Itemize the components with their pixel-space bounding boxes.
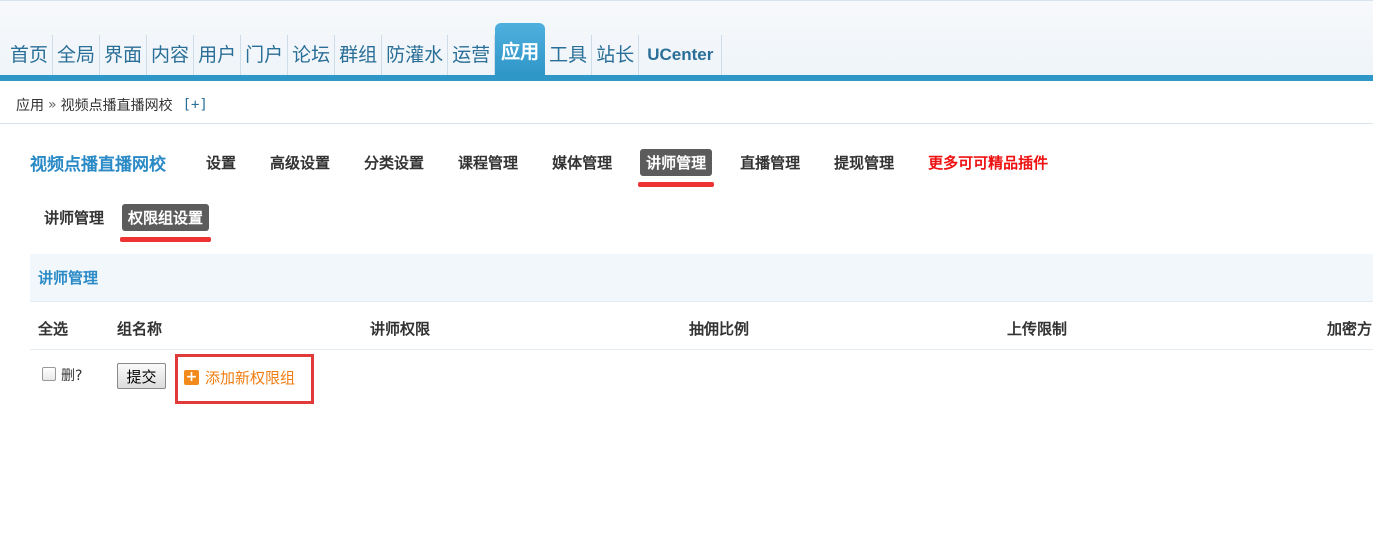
delete-checkbox[interactable] (42, 367, 56, 381)
table-footer-row: 删? 提交 + 添加新权限组 (30, 354, 1373, 404)
breadcrumb-current: 视频点播直播网校 (60, 97, 173, 114)
nav-item-portal[interactable]: 门户 (241, 35, 289, 75)
plugin-tabs: 视频点播直播网校 设置 高级设置 分类设置 课程管理 媒体管理 讲师管理 直播管… (30, 146, 1076, 187)
nav-item-ucenter[interactable]: UCenter (639, 35, 723, 75)
delete-label: 删? (61, 368, 83, 384)
nav-item-operations[interactable]: 运营 (448, 35, 496, 75)
plus-square-icon: + (184, 369, 199, 385)
tab-live-management[interactable]: 直播管理 (734, 149, 806, 176)
header-select-all[interactable]: 全选 (38, 318, 68, 339)
add-group-label: 添加新权限组 (205, 369, 296, 387)
header-encryption: 加密方 (1327, 320, 1373, 338)
nav-item-admin[interactable]: 站长 (592, 35, 640, 75)
plugin-title: 视频点播直播网校 (30, 154, 166, 175)
nav-item-groups[interactable]: 群组 (335, 35, 383, 75)
tab-teacher-management[interactable]: 讲师管理 (638, 148, 715, 187)
nav-item-users[interactable]: 用户 (194, 35, 242, 75)
tab-withdrawal-management[interactable]: 提现管理 (828, 149, 900, 176)
add-group-highlight: + 添加新权限组 (175, 354, 314, 404)
add-shortcut-button[interactable]: [+] (183, 97, 208, 113)
nav-item-content[interactable]: 内容 (147, 35, 195, 75)
nav-item-tools[interactable]: 工具 (545, 35, 593, 75)
highlight-underline (120, 236, 212, 242)
header-teacher-permission: 讲师权限 (370, 320, 431, 338)
add-group-link[interactable]: + 添加新权限组 (184, 367, 295, 388)
nav-accent-line (0, 75, 1373, 81)
tab-advanced-settings[interactable]: 高级设置 (264, 149, 336, 176)
sub-tabs: 讲师管理 权限组设置 (38, 202, 221, 242)
header-upload-limit: 上传限制 (1007, 320, 1068, 338)
nav-item-interface[interactable]: 界面 (100, 35, 148, 75)
submit-button[interactable]: 提交 (117, 363, 166, 389)
tab-settings[interactable]: 设置 (200, 149, 242, 176)
header-commission-ratio: 抽佣比例 (689, 320, 750, 338)
breadcrumb-root[interactable]: 应用 (16, 95, 44, 115)
table-header: 全选 组名称 讲师权限 抽佣比例 上传限制 加密方 (30, 306, 1373, 350)
more-plugins-link[interactable]: 更多可可精品插件 (922, 149, 1054, 176)
breadcrumb: 应用 » 视频点播直播网校 [+] (0, 86, 1373, 124)
nav-item-forum[interactable]: 论坛 (288, 35, 336, 75)
tab-media-management[interactable]: 媒体管理 (546, 149, 618, 176)
tab-teacher-management-label: 讲师管理 (646, 153, 707, 172)
subtab-teacher-management[interactable]: 讲师管理 (38, 204, 110, 231)
nav-item-apps[interactable]: 应用 (495, 23, 546, 75)
section-title: 讲师管理 (30, 254, 1373, 302)
tab-course-management[interactable]: 课程管理 (452, 149, 524, 176)
nav-item-home[interactable]: 首页 (6, 35, 54, 75)
main-nav: 首页 全局 界面 内容 用户 门户 论坛 群组 防灌水 运营 应用 工具 站长 … (6, 23, 723, 75)
tab-category-settings[interactable]: 分类设置 (358, 149, 430, 176)
breadcrumb-separator: » (48, 96, 57, 113)
subtab-permission-groups-label: 权限组设置 (128, 208, 204, 227)
top-navigation-bar: 首页 全局 界面 内容 用户 门户 论坛 群组 防灌水 运营 应用 工具 站长 … (0, 0, 1373, 81)
nav-item-global[interactable]: 全局 (53, 35, 101, 75)
highlight-underline (638, 181, 715, 187)
subtab-permission-groups[interactable]: 权限组设置 (120, 203, 212, 242)
nav-item-antispam[interactable]: 防灌水 (382, 35, 449, 75)
header-group-name: 组名称 (117, 320, 163, 338)
